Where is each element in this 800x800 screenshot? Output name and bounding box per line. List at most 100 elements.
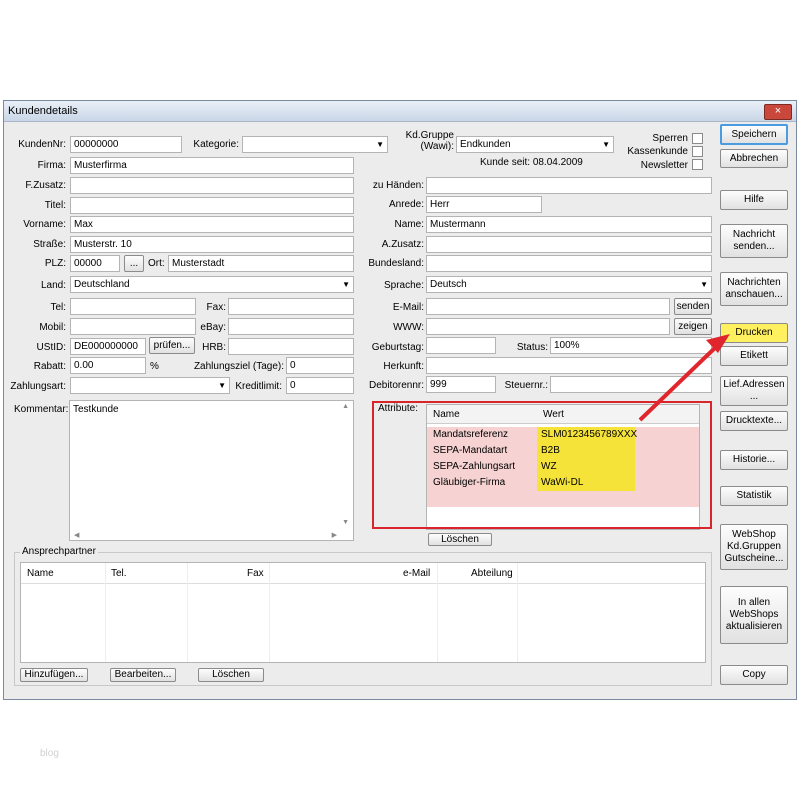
historie-button[interactable]: Historie...: [720, 450, 788, 470]
lief-adressen-button[interactable]: Lief.Adressen ...: [720, 376, 788, 406]
titel-field[interactable]: [70, 197, 354, 214]
status-field[interactable]: 100%: [550, 337, 712, 354]
abbrechen-button[interactable]: Abbrechen: [720, 149, 788, 168]
senden-button[interactable]: senden: [674, 298, 712, 315]
plz-lookup-button[interactable]: ...: [124, 255, 144, 272]
newsletter-checkbox[interactable]: [692, 159, 703, 170]
zeigen-button[interactable]: zeigen: [674, 318, 712, 335]
zahlungsart-select[interactable]: ▼: [70, 377, 230, 394]
kassenkunde-checkbox[interactable]: [692, 146, 703, 157]
name-label: Name:: [394, 219, 424, 230]
ebay-field[interactable]: [228, 318, 354, 335]
rabatt-field[interactable]: 0.00: [70, 357, 146, 374]
fax-field[interactable]: [228, 298, 354, 315]
col-email: e-Mail: [403, 568, 431, 579]
azusatz-field[interactable]: [426, 236, 712, 253]
window-title: Kundendetails: [8, 105, 78, 117]
etikett-button[interactable]: Etikett: [720, 346, 788, 366]
kommentar-label: Kommentar:: [14, 404, 69, 415]
sprache-label: Sprache:: [383, 280, 424, 291]
bundesland-field[interactable]: [426, 255, 712, 272]
alle-webshops-button[interactable]: In allen WebShops aktualisieren: [720, 586, 788, 644]
steuernr-field[interactable]: [550, 376, 712, 393]
bundesland-label: Bundesland:: [368, 258, 424, 269]
column-divider: [105, 563, 106, 662]
chevron-down-icon: ▼: [602, 140, 610, 149]
col-tel: Tel.: [111, 568, 127, 579]
name-field[interactable]: Mustermann: [426, 216, 712, 233]
www-label: WWW:: [393, 322, 424, 333]
mobil-field[interactable]: [70, 318, 196, 335]
azusatz-label: A.Zusatz:: [381, 239, 424, 250]
sprache-select[interactable]: Deutsch ▼: [426, 276, 712, 293]
chevron-down-icon: ▼: [700, 280, 708, 289]
scroll-down-icon[interactable]: ▼: [342, 519, 349, 526]
strasse-label: Straße:: [33, 239, 66, 250]
newsletter-label: Newsletter: [640, 160, 688, 171]
zu-haenden-field[interactable]: [426, 177, 712, 194]
strasse-field[interactable]: Musterstr. 10: [70, 236, 354, 253]
hrb-field[interactable]: [228, 338, 354, 355]
ansprechpartner-table[interactable]: Name Tel. Fax e-Mail Abteilung: [20, 562, 706, 663]
chevron-down-icon: ▼: [376, 140, 384, 149]
kundennr-field[interactable]: 00000000: [70, 136, 182, 153]
pruefen-button[interactable]: prüfen...: [149, 337, 195, 354]
anrede-label: Anrede:: [388, 199, 424, 210]
status-label: Status:: [516, 342, 548, 353]
kdgruppe-select[interactable]: Endkunden ▼: [456, 136, 614, 153]
attribute-delete-button[interactable]: Löschen: [428, 533, 492, 546]
scroll-left-icon[interactable]: ◀: [74, 531, 79, 539]
column-divider: [269, 563, 270, 662]
chevron-down-icon: ▼: [218, 381, 226, 390]
scroll-up-icon[interactable]: ▲: [342, 403, 349, 410]
sperren-checkbox[interactable]: [692, 133, 703, 144]
ansprechpartner-delete-button[interactable]: Löschen: [198, 668, 264, 682]
vorname-field[interactable]: Max: [70, 216, 354, 233]
close-button[interactable]: ×: [764, 104, 792, 120]
fzusatz-label: F.Zusatz:: [25, 180, 66, 191]
email-field[interactable]: [426, 298, 670, 315]
chevron-down-icon: ▼: [342, 280, 350, 289]
titel-label: Titel:: [44, 200, 66, 211]
statistik-button[interactable]: Statistik: [720, 486, 788, 506]
debitorennr-field[interactable]: 999: [426, 376, 496, 393]
tel-field[interactable]: [70, 298, 196, 315]
plz-label: PLZ:: [44, 258, 66, 269]
anrede-field[interactable]: Herr: [426, 196, 542, 213]
ebay-label: eBay:: [200, 322, 226, 333]
fzusatz-field[interactable]: [70, 177, 354, 194]
bearbeiten-button[interactable]: Bearbeiten...: [110, 668, 176, 682]
ustid-label: UStID:: [36, 342, 66, 353]
hinzufuegen-button[interactable]: Hinzufügen...: [20, 668, 88, 682]
zahlungsziel-label: Zahlungsziel (Tage):: [193, 361, 284, 372]
www-field[interactable]: [426, 318, 670, 335]
ort-field[interactable]: Musterstadt: [168, 255, 354, 272]
ustid-field[interactable]: DE000000000: [70, 338, 146, 355]
attribute-highlight-box: [372, 401, 712, 529]
firma-field[interactable]: Musterfirma: [70, 157, 354, 174]
hilfe-button[interactable]: Hilfe: [720, 190, 788, 210]
kreditlimit-field[interactable]: 0: [286, 377, 354, 394]
herkunft-field[interactable]: [426, 357, 712, 374]
scroll-right-icon[interactable]: ▶: [332, 531, 337, 539]
col-name: Name: [27, 568, 54, 579]
nachricht-senden-button[interactable]: Nachricht senden...: [720, 224, 788, 258]
zahlungsziel-field[interactable]: 0: [286, 357, 354, 374]
copy-button[interactable]: Copy: [720, 665, 788, 685]
firma-label: Firma:: [37, 160, 66, 171]
mobil-label: Mobil:: [39, 322, 66, 333]
kategorie-select[interactable]: ▼: [242, 136, 388, 153]
kommentar-textarea[interactable]: Testkunde ▲ ▼ ◀ ▶: [69, 400, 354, 541]
nachrichten-anschauen-button[interactable]: Nachrichten anschauen...: [720, 272, 788, 306]
land-select[interactable]: Deutschland ▼: [70, 276, 354, 293]
drucktexte-button[interactable]: Drucktexte...: [720, 411, 788, 431]
geburtstag-field[interactable]: [426, 337, 496, 354]
kunde-seit-text: Kunde seit: 08.04.2009: [480, 157, 583, 168]
speichern-button[interactable]: Speichern: [720, 124, 788, 145]
webshop-button[interactable]: WebShop Kd.Gruppen Gutscheine...: [720, 524, 788, 570]
plz-field[interactable]: 00000: [70, 255, 120, 272]
zu-haenden-label: zu Händen:: [372, 180, 424, 191]
kategorie-label: Kategorie:: [193, 139, 239, 150]
drucken-button[interactable]: Drucken: [720, 323, 788, 343]
sperren-label: Sperren: [652, 133, 688, 144]
